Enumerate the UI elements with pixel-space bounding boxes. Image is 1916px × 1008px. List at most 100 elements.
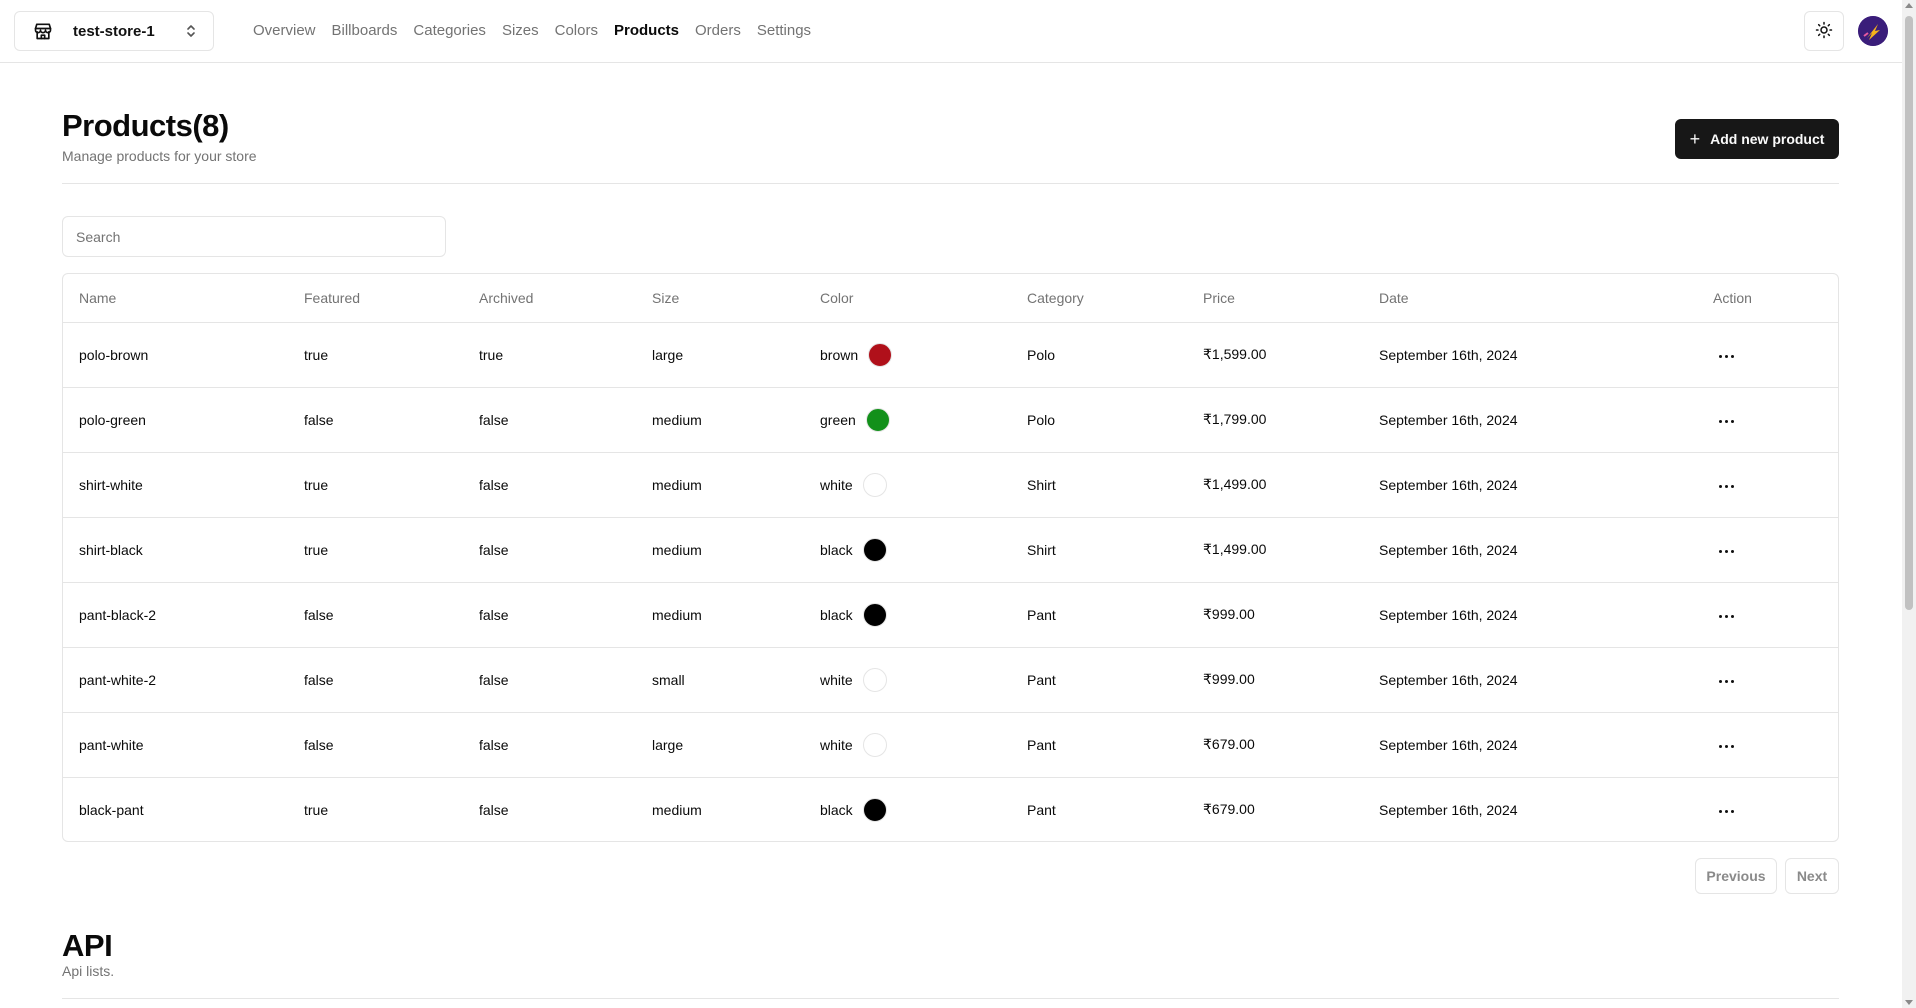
cell-price: ₹999.00 (1187, 582, 1363, 648)
column-header-color: Color (804, 274, 1011, 323)
cell-archived: false (463, 582, 636, 648)
color-label: green (820, 411, 856, 428)
scroll-up-arrow-icon[interactable] (1905, 3, 1913, 8)
cell-price: ₹999.00 (1187, 647, 1363, 713)
cell-price: ₹679.00 (1187, 712, 1363, 778)
cell-archived: false (463, 647, 636, 713)
cell-action (1697, 777, 1838, 841)
cell-size: medium (636, 517, 804, 583)
nav-link-settings[interactable]: Settings (757, 22, 811, 39)
cell-name: pant-black-2 (63, 582, 288, 648)
cell-archived: false (463, 517, 636, 583)
nav-link-categories[interactable]: Categories (413, 22, 486, 39)
api-section-subtitle: Api lists. (62, 963, 115, 979)
page-subtitle: Manage products for your store (62, 148, 257, 164)
search-input[interactable] (62, 216, 446, 257)
scroll-down-arrow-icon[interactable] (1905, 1000, 1913, 1005)
cell-color: white (804, 712, 1011, 778)
more-actions-icon[interactable] (1713, 609, 1740, 624)
cell-name: polo-green (63, 387, 288, 453)
main-nav: Overview Billboards Categories Sizes Colors P… (253, 0, 827, 60)
cell-color: black (804, 582, 1011, 648)
user-avatar[interactable] (1858, 16, 1888, 46)
cell-action (1697, 712, 1838, 778)
page-title: Products(8) (62, 108, 229, 143)
nav-link-sizes[interactable]: Sizes (502, 22, 539, 39)
cell-category: Shirt (1011, 517, 1187, 583)
color-swatch (862, 472, 887, 497)
color-swatch (868, 342, 893, 367)
cell-category: Polo (1011, 387, 1187, 453)
previous-page-button[interactable]: Previous (1695, 858, 1777, 894)
api-separator (62, 998, 1839, 999)
cell-archived: false (463, 712, 636, 778)
cell-featured: true (288, 517, 463, 583)
cell-date: September 16th, 2024 (1363, 517, 1697, 583)
cell-name: pant-white-2 (63, 647, 288, 713)
cell-price: ₹679.00 (1203, 801, 1255, 818)
cell-size: medium (636, 452, 804, 518)
color-label: white (820, 671, 853, 688)
cell-date: September 16th, 2024 (1363, 647, 1697, 713)
api-section-title: API (62, 928, 113, 963)
cell-color: brown (804, 322, 1011, 388)
store-switcher[interactable]: test-store-1 (14, 11, 214, 51)
store-name: test-store-1 (73, 22, 155, 40)
cell-featured: false (288, 387, 463, 453)
cell-name: polo-brown (63, 322, 288, 388)
cell-date: September 16th, 2024 (1363, 322, 1697, 388)
more-actions-icon[interactable] (1713, 739, 1740, 754)
more-actions-icon[interactable] (1713, 349, 1740, 364)
cell-featured: true (288, 322, 463, 388)
nav-link-colors[interactable]: Colors (555, 22, 598, 39)
store-icon (33, 21, 53, 41)
cell-featured: false (288, 647, 463, 713)
cell-price: ₹1,599.00 (1187, 322, 1363, 388)
next-page-button[interactable]: Next (1785, 858, 1839, 894)
column-header-featured: Featured (288, 274, 463, 323)
cell-price: ₹1,499.00 (1187, 452, 1363, 518)
page-scrollbar[interactable] (1902, 0, 1916, 1008)
color-label: brown (820, 346, 859, 363)
more-actions-icon[interactable] (1713, 479, 1740, 494)
cell-size: large (636, 712, 804, 778)
table-row: black-pant true false medium black Pant ₹679.0… (63, 777, 1838, 841)
cell-date: September 16th, 2024 (1363, 452, 1697, 518)
more-actions-icon[interactable] (1713, 544, 1740, 559)
cell-price: ₹1,499.00 (1187, 517, 1363, 583)
nav-link-products[interactable]: Products (614, 22, 679, 39)
nav-link-billboards[interactable]: Billboards (332, 22, 398, 39)
cell-category: Shirt (1011, 452, 1187, 518)
table-row: shirt-white true false medium white Shirt ₹1,4… (63, 452, 1838, 518)
sun-icon (1815, 21, 1833, 42)
more-actions-icon[interactable] (1713, 414, 1740, 429)
cell-archived: false (463, 452, 636, 518)
cell-size: large (636, 322, 804, 388)
cell-category: Pant (1011, 647, 1187, 713)
theme-toggle-button[interactable] (1804, 11, 1844, 51)
cell-color: black (804, 777, 1011, 841)
cell-action (1697, 452, 1838, 518)
nav-link-overview[interactable]: Overview (253, 22, 316, 39)
cell-featured: true (288, 452, 463, 518)
scrollbar-thumb[interactable] (1905, 16, 1913, 610)
cell-name: black-pant (79, 801, 144, 818)
table-row: pant-white false false large white Pant ₹679.0… (63, 712, 1838, 778)
color-label: black (820, 606, 853, 623)
more-actions-icon[interactable] (1713, 674, 1740, 689)
nav-link-orders[interactable]: Orders (695, 22, 741, 39)
more-actions-icon[interactable] (1713, 804, 1740, 819)
cell-archived: false (463, 387, 636, 453)
cell-name: shirt-white (63, 452, 288, 518)
column-header-category: Category (1011, 274, 1187, 323)
header-separator (62, 183, 1839, 184)
cell-action (1697, 387, 1838, 453)
table-row: pant-white-2 false false small white Pant ₹999… (63, 647, 1838, 713)
cell-size: small (636, 647, 804, 713)
add-new-product-button[interactable]: + Add new product (1675, 119, 1839, 159)
cell-archived: false (479, 801, 509, 818)
cell-date: September 16th, 2024 (1363, 582, 1697, 648)
color-label: white (820, 736, 853, 753)
column-header-price: Price (1187, 274, 1363, 323)
cell-action (1697, 647, 1838, 713)
